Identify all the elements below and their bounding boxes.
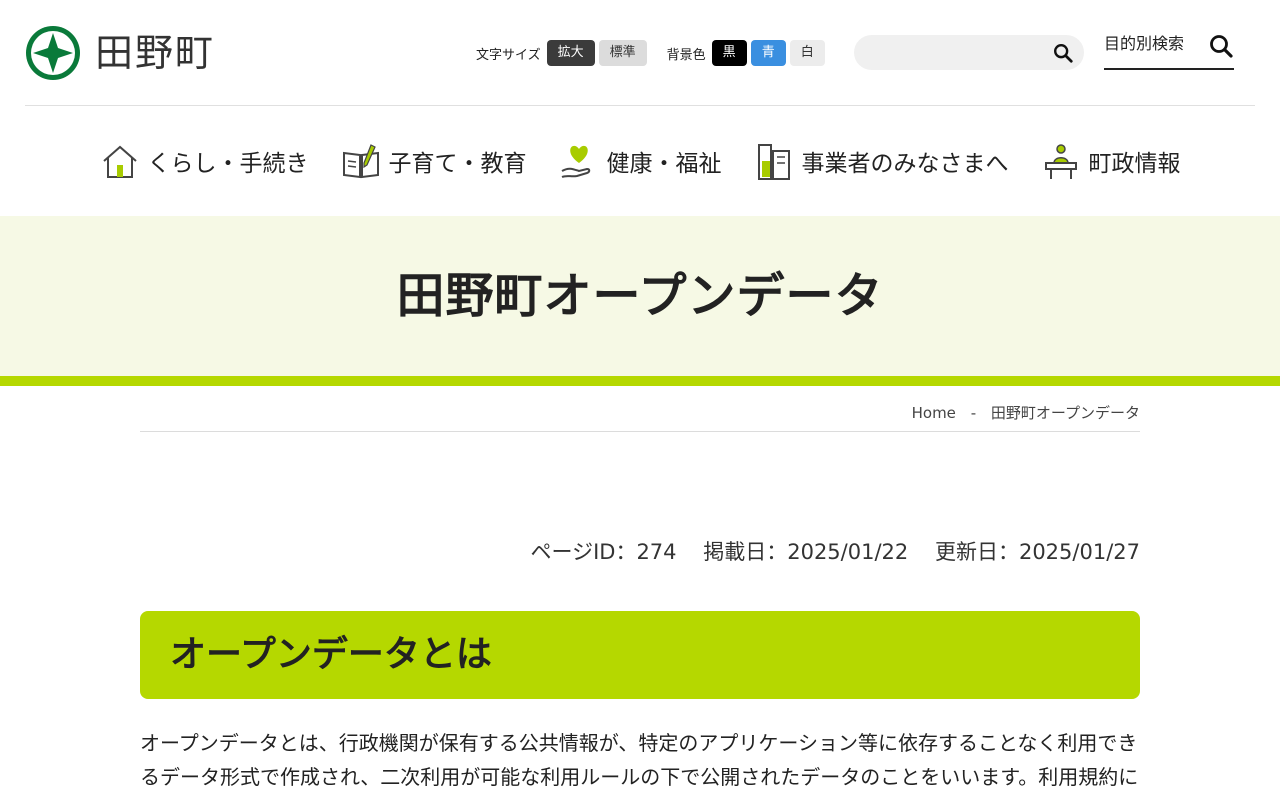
header-divider: [25, 105, 1255, 106]
town-emblem-icon: [26, 26, 80, 80]
nav-label: 健康・福祉: [606, 151, 722, 177]
page-meta: ページID：274 掲載日：2025/01/22 更新日：2025/01/27: [140, 536, 1141, 566]
nav-label: くらし・手続き: [147, 151, 309, 177]
bg-white-button[interactable]: 白: [789, 40, 825, 66]
nav-label: 町政情報: [1088, 151, 1181, 177]
global-nav: くらし・手続き 子育て・教育 健康・福祉 事業者のみなさまへ 町政情報: [0, 138, 1280, 184]
site-name: 田野町: [95, 31, 216, 75]
breadcrumb-separator: -: [970, 404, 977, 422]
breadcrumb-home-link[interactable]: Home: [912, 404, 956, 422]
site-header: 田野町 文字サイズ 拡大 標準 背景色 黒 青 白 目的別検索: [0, 0, 1280, 106]
building-icon: [757, 144, 790, 180]
search-icon: [1210, 35, 1233, 58]
nav-label: 子育て・教育: [388, 151, 527, 177]
breadcrumb: Home - 田野町オープンデータ: [140, 402, 1140, 423]
text-size-large-button[interactable]: 拡大: [546, 40, 595, 66]
nav-item-childcare[interactable]: 子育て・教育: [341, 138, 527, 184]
house-icon: [102, 145, 137, 178]
breadcrumb-current: 田野町オープンデータ: [990, 404, 1140, 422]
title-accent-rule: [0, 376, 1280, 386]
updated-date: 更新日：2025/01/27: [934, 540, 1140, 564]
book-pencil-icon: [342, 144, 379, 179]
purpose-search-label: 目的別検索: [1104, 34, 1185, 53]
site-logo-link[interactable]: 田野町: [25, 25, 215, 81]
section-heading-box: オープンデータとは: [140, 611, 1140, 699]
podium-icon: [1044, 144, 1077, 179]
nav-item-business[interactable]: 事業者のみなさまへ: [754, 138, 1009, 184]
purpose-search-link[interactable]: 目的別検索: [1104, 33, 1234, 70]
bg-blue-button[interactable]: 青: [750, 40, 786, 66]
breadcrumb-divider: [140, 431, 1140, 432]
accessibility-tools: 文字サイズ 拡大 標準 背景色 黒 青 白: [476, 40, 829, 66]
nav-item-living[interactable]: くらし・手続き: [100, 138, 309, 184]
section-heading: オープンデータとは: [170, 634, 492, 675]
nav-item-health[interactable]: 健康・福祉: [559, 138, 722, 184]
text-size-normal-button[interactable]: 標準: [598, 40, 647, 66]
page-title-band: 田野町オープンデータ: [0, 216, 1280, 376]
search-icon[interactable]: [1052, 42, 1074, 64]
published-date: 掲載日：2025/01/22: [703, 540, 909, 564]
nav-label: 事業者のみなさまへ: [801, 151, 1009, 177]
bg-black-button[interactable]: 黒: [711, 40, 747, 66]
page-title: 田野町オープンデータ: [396, 268, 884, 324]
site-search: [854, 35, 1084, 70]
background-color-label: 背景色: [666, 47, 706, 63]
nav-item-government[interactable]: 町政情報: [1041, 138, 1181, 184]
heart-hand-icon: [561, 145, 590, 178]
section-body-text: オープンデータとは、行政機関が保有する公共情報が、特定のアプリケーション等に依存…: [140, 731, 1139, 800]
text-size-label: 文字サイズ: [476, 47, 541, 63]
page-id: ページID：274: [530, 540, 677, 564]
search-input[interactable]: [870, 35, 1050, 70]
